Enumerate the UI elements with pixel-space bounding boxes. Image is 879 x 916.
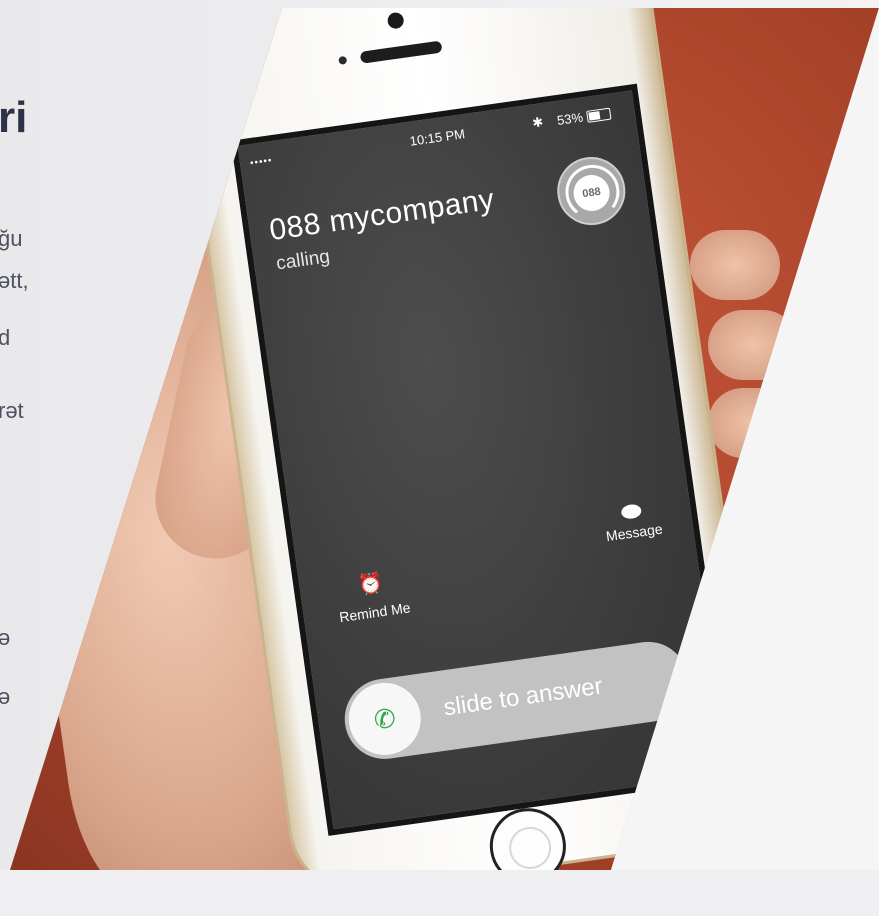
finger xyxy=(690,230,780,300)
proximity-sensor xyxy=(338,55,348,65)
earpiece-speaker xyxy=(359,40,443,64)
text-line-1: ğu xyxy=(0,226,23,251)
front-camera xyxy=(386,11,405,30)
page-heading: ri xyxy=(0,93,28,142)
text-line-4: rət xyxy=(0,398,24,423)
home-button-ring xyxy=(506,824,554,870)
slide-to-answer-slider[interactable]: ✆ slide to answer xyxy=(339,636,694,765)
text-line-6: ə xyxy=(0,684,11,709)
text-line-3: d xyxy=(0,325,11,350)
home-button[interactable] xyxy=(484,803,571,870)
call-status: calling xyxy=(274,246,332,275)
battery-percent: 53% xyxy=(556,109,584,129)
message-button[interactable]: Message xyxy=(586,498,680,546)
alarm-clock-icon: ⏰ xyxy=(357,571,385,598)
remind-me-label: Remind Me xyxy=(338,599,412,626)
slide-to-answer-label: slide to answer xyxy=(441,672,605,722)
text-line-5: ə xyxy=(0,625,11,650)
caller-avatar: 088 xyxy=(552,152,630,230)
speech-bubble-icon xyxy=(620,503,643,520)
text-line-2: ətt, xyxy=(0,268,29,293)
caller-name: 088 mycompany xyxy=(267,182,497,248)
bluetooth-icon: ✱ xyxy=(531,114,545,131)
message-label: Message xyxy=(604,520,664,545)
remind-me-button[interactable]: ⏰ Remind Me xyxy=(325,565,421,626)
phone-handset-icon: ✆ xyxy=(371,702,398,736)
answer-knob[interactable]: ✆ xyxy=(344,678,426,760)
